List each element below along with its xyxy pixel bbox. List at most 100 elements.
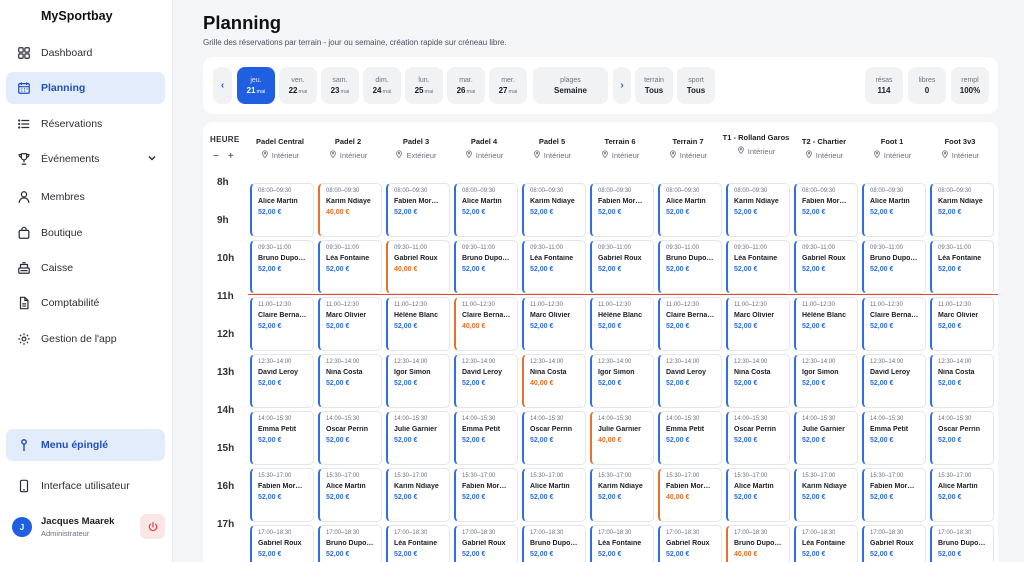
reservation-slot[interactable]: 08:00–09:30 Karim Ndiaye 52,00 € <box>522 183 586 237</box>
reservation-slot[interactable]: 12:30–14:00 David Leroy 52,00 € <box>862 354 926 408</box>
reservation-slot[interactable]: 11:00–12:30 Hélène Blanc 52,00 € <box>794 297 858 351</box>
reservation-slot[interactable]: 15:30–17:00 Fabien Mor… 52,00 € <box>862 468 926 522</box>
reservation-slot[interactable]: 09:30–11:00 Léa Fontaine 52,00 € <box>930 240 994 294</box>
reservation-slot[interactable]: 17:00–18:30 Léa Fontaine 52,00 € <box>386 525 450 562</box>
reservation-slot[interactable]: 11:00–12:30 Hélène Blanc 52,00 € <box>386 297 450 351</box>
reservation-slot[interactable]: 08:00–09:30 Karim Ndiaye 52,00 € <box>726 183 790 237</box>
reservation-slot[interactable]: 08:00–09:30 Alice Martin 52,00 € <box>658 183 722 237</box>
reservation-slot[interactable]: 09:30–11:00 Gabriel Roux 52,00 € <box>590 240 654 294</box>
reservation-slot[interactable]: 12:30–14:00 Nina Costa 52,00 € <box>726 354 790 408</box>
reservation-slot[interactable]: 15:30–17:00 Fabien Mor… 52,00 € <box>250 468 314 522</box>
reservation-slot[interactable]: 09:30–11:00 Bruno Dupo… 52,00 € <box>862 240 926 294</box>
reservation-slot[interactable]: 12:30–14:00 David Leroy 52,00 € <box>658 354 722 408</box>
reservation-slot[interactable]: 14:00–15:30 Emma Petit 52,00 € <box>250 411 314 465</box>
reservation-slot[interactable]: 11:00–12:30 Claire Berna… 52,00 € <box>862 297 926 351</box>
reservation-slot[interactable]: 09:30–11:00 Léa Fontaine 52,00 € <box>522 240 586 294</box>
nav-pinned-menu[interactable]: Menu épinglé <box>6 429 165 461</box>
reservation-slot[interactable]: 08:00–09:30 Alice Martin 52,00 € <box>250 183 314 237</box>
sport-filter[interactable]: sport Tous <box>677 67 715 104</box>
day-button-27[interactable]: mer. 27mai <box>489 67 527 104</box>
reservation-slot[interactable]: 11:00–12:30 Claire Berna… 40,00 € <box>454 297 518 351</box>
reservation-slot[interactable]: 09:30–11:00 Léa Fontaine 52,00 € <box>318 240 382 294</box>
nav-item-gestion-de-l-app[interactable]: Gestion de l'app <box>6 323 165 355</box>
reservation-slot[interactable]: 12:30–14:00 Nina Costa 40,00 € <box>522 354 586 408</box>
reservation-slot[interactable]: 14:00–15:30 Emma Petit 52,00 € <box>454 411 518 465</box>
nav-item-boutique[interactable]: Boutique <box>6 217 165 249</box>
reservation-slot[interactable]: 15:30–17:00 Fabien Mor… 40,00 € <box>658 468 722 522</box>
reservation-slot[interactable]: 15:30–17:00 Alice Martin 52,00 € <box>726 468 790 522</box>
reservation-slot[interactable]: 12:30–14:00 Igor Simon 52,00 € <box>386 354 450 408</box>
reservation-slot[interactable]: 08:00–09:30 Alice Martin 52,00 € <box>862 183 926 237</box>
reservation-slot[interactable]: 08:00–09:30 Fabien Mor… 52,00 € <box>590 183 654 237</box>
reservation-slot[interactable]: 14:00–15:30 Emma Petit 52,00 € <box>862 411 926 465</box>
zoom-in-button[interactable]: + <box>228 151 243 162</box>
reservation-slot[interactable]: 12:30–14:00 Nina Costa 52,00 € <box>930 354 994 408</box>
reservation-slot[interactable]: 17:00–18:30 Gabriel Roux 52,00 € <box>250 525 314 562</box>
nav-item-événements[interactable]: Événements <box>6 143 165 175</box>
nav-item-membres[interactable]: Membres <box>6 181 165 213</box>
reservation-slot[interactable]: 09:30–11:00 Bruno Dupo… 52,00 € <box>658 240 722 294</box>
reservation-slot[interactable]: 11:00–12:30 Marc Olivier 52,00 € <box>318 297 382 351</box>
reservation-slot[interactable]: 17:00–18:30 Bruno Dupo… 52,00 € <box>318 525 382 562</box>
reservation-slot[interactable]: 14:00–15:30 Emma Petit 52,00 € <box>658 411 722 465</box>
reservation-slot[interactable]: 08:00–09:30 Alice Martin 52,00 € <box>454 183 518 237</box>
reservation-slot[interactable]: 14:00–15:30 Oscar Perrin 52,00 € <box>930 411 994 465</box>
chevron-down-icon[interactable] <box>146 152 158 164</box>
reservation-slot[interactable]: 08:00–09:30 Fabien Mor… 52,00 € <box>794 183 858 237</box>
logout-button[interactable] <box>140 514 165 539</box>
day-button-21[interactable]: jeu. 21mai <box>237 67 275 104</box>
nav-item-comptabilité[interactable]: Comptabilité <box>6 287 165 319</box>
reservation-slot[interactable]: 15:30–17:00 Karim Ndiaye 52,00 € <box>386 468 450 522</box>
reservation-slot[interactable]: 11:00–12:30 Marc Olivier 52,00 € <box>726 297 790 351</box>
reservation-slot[interactable]: 08:00–09:30 Karim Ndiaye 52,00 € <box>930 183 994 237</box>
nav-item-réservations[interactable]: Réservations <box>6 108 165 140</box>
reservation-slot[interactable]: 09:30–11:00 Bruno Dupo… 52,00 € <box>250 240 314 294</box>
reservation-slot[interactable]: 15:30–17:00 Karim Ndiaye 52,00 € <box>590 468 654 522</box>
day-button-26[interactable]: mar. 26mai <box>447 67 485 104</box>
nav-item-caisse[interactable]: Caisse <box>6 252 165 284</box>
reservation-slot[interactable]: 15:30–17:00 Fabien Mor… 52,00 € <box>454 468 518 522</box>
reservation-slot[interactable]: 11:00–12:30 Claire Berna… 52,00 € <box>658 297 722 351</box>
reservation-slot[interactable]: 12:30–14:00 David Leroy 52,00 € <box>454 354 518 408</box>
reservation-slot[interactable]: 11:00–12:30 Claire Berna… 52,00 € <box>250 297 314 351</box>
reservation-slot[interactable]: 15:30–17:00 Karim Ndiaye 52,00 € <box>794 468 858 522</box>
reservation-slot[interactable]: 17:00–18:30 Léa Fontaine 52,00 € <box>794 525 858 562</box>
reservation-slot[interactable]: 11:00–12:30 Hélène Blanc 52,00 € <box>590 297 654 351</box>
reservation-slot[interactable]: 08:00–09:30 Karim Ndiaye 40,00 € <box>318 183 382 237</box>
reservation-slot[interactable]: 17:00–18:30 Gabriel Roux 52,00 € <box>862 525 926 562</box>
nav-item-dashboard[interactable]: Dashboard <box>6 37 165 69</box>
reservation-slot[interactable]: 14:00–15:30 Oscar Perrin 52,00 € <box>318 411 382 465</box>
reservation-slot[interactable]: 08:00–09:30 Fabien Mor… 52,00 € <box>386 183 450 237</box>
reservation-slot[interactable]: 17:00–18:30 Bruno Dupo… 52,00 € <box>522 525 586 562</box>
nav-user-interface[interactable]: Interface utilisateur <box>6 470 165 502</box>
reservation-slot[interactable]: 14:00–15:30 Julie Garnier 52,00 € <box>386 411 450 465</box>
reservation-slot[interactable]: 17:00–18:30 Gabriel Roux 52,00 € <box>454 525 518 562</box>
reservation-slot[interactable]: 14:00–15:30 Julie Garnier 40,00 € <box>590 411 654 465</box>
reservation-slot[interactable]: 17:00–18:30 Bruno Dupo… 40,00 € <box>726 525 790 562</box>
zoom-out-button[interactable]: − <box>213 151 228 162</box>
reservation-slot[interactable]: 09:30–11:00 Bruno Dupo… 52,00 € <box>454 240 518 294</box>
reservation-slot[interactable]: 17:00–18:30 Gabriel Roux 52,00 € <box>658 525 722 562</box>
reservation-slot[interactable]: 11:00–12:30 Marc Olivier 52,00 € <box>522 297 586 351</box>
day-button-24[interactable]: dim. 24mai <box>363 67 401 104</box>
reservation-slot[interactable]: 12:30–14:00 Igor Simon 52,00 € <box>590 354 654 408</box>
reservation-slot[interactable]: 14:00–15:30 Oscar Perrin 52,00 € <box>522 411 586 465</box>
range-selector[interactable]: plages Semaine <box>533 67 608 104</box>
reservation-slot[interactable]: 14:00–15:30 Julie Garnier 52,00 € <box>794 411 858 465</box>
reservation-slot[interactable]: 09:30–11:00 Léa Fontaine 52,00 € <box>726 240 790 294</box>
reservation-slot[interactable]: 09:30–11:00 Gabriel Roux 52,00 € <box>794 240 858 294</box>
reservation-slot[interactable]: 15:30–17:00 Alice Martin 52,00 € <box>930 468 994 522</box>
reservation-slot[interactable]: 15:30–17:00 Alice Martin 52,00 € <box>318 468 382 522</box>
day-button-25[interactable]: lun. 25mai <box>405 67 443 104</box>
nav-item-planning[interactable]: Planning <box>6 72 165 104</box>
reservation-slot[interactable]: 17:00–18:30 Léa Fontaine 52,00 € <box>590 525 654 562</box>
reservation-slot[interactable]: 12:30–14:00 David Leroy 52,00 € <box>250 354 314 408</box>
next-button[interactable]: › <box>613 67 631 104</box>
previous-button[interactable]: ‹ <box>213 67 232 104</box>
day-button-23[interactable]: sam. 23mai <box>321 67 359 104</box>
reservation-slot[interactable]: 15:30–17:00 Alice Martin 52,00 € <box>522 468 586 522</box>
day-button-22[interactable]: ven. 22mai <box>279 67 317 104</box>
reservation-slot[interactable]: 17:00–18:30 Bruno Dupo… 52,00 € <box>930 525 994 562</box>
terrain-filter[interactable]: terrain Tous <box>635 67 673 104</box>
reservation-slot[interactable]: 09:30–11:00 Gabriel Roux 40,00 € <box>386 240 450 294</box>
